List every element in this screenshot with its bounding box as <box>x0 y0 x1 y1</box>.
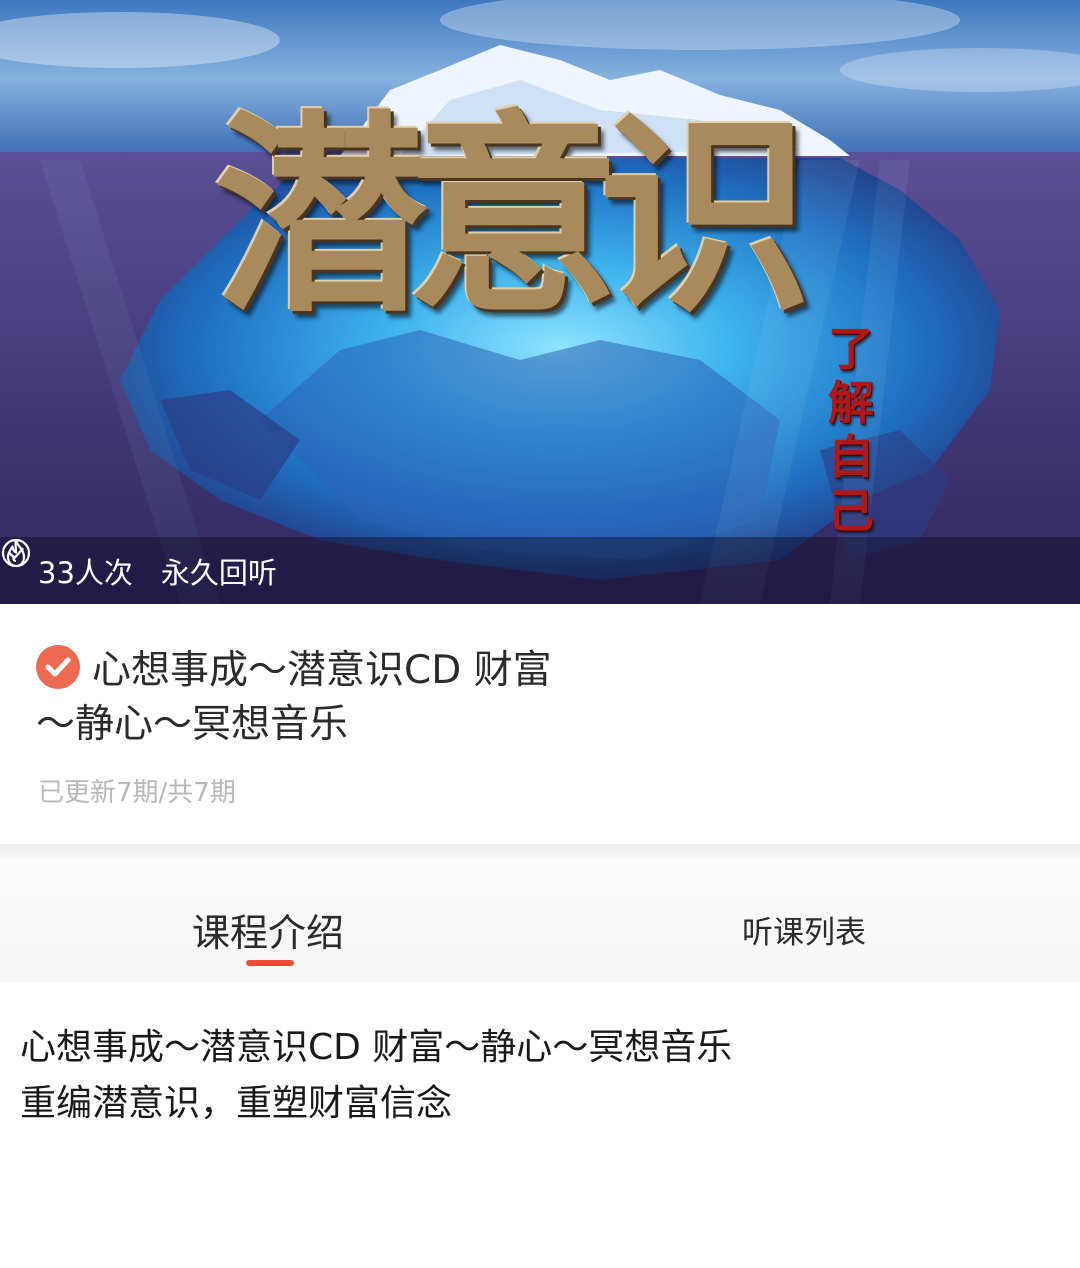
replay-forever-stat: 永久回听 <box>1 538 277 592</box>
course-title-block: 心想事成～潜意识CD 财富～静心～冥想音乐 <box>36 644 556 752</box>
cover-subtitle: 了解自己 <box>828 322 874 538</box>
description-line: 心想事成～潜意识CD 财富～静心～冥想音乐 <box>20 1027 733 1068</box>
course-info: 心想事成～潜意识CD 财富～静心～冥想音乐 已更新7期/共7期 <box>0 604 1080 844</box>
listen-count-stat: 33人次 <box>6 538 133 592</box>
listen-count-text: 33人次 <box>38 555 133 590</box>
course-cover-image: 潜意识 了解自己 33人次 永久回听 <box>0 0 1080 604</box>
course-title: 心想事成～潜意识CD 财富～静心～冥想音乐 <box>36 648 552 747</box>
active-tab-indicator <box>246 960 294 966</box>
tab-course-intro[interactable]: 课程介绍 <box>192 902 344 957</box>
replay-forever-text: 永久回听 <box>160 555 277 590</box>
update-status: 已更新7期/共7期 <box>38 778 236 808</box>
cover-title: 潜意识 <box>214 91 812 342</box>
verified-badge-icon <box>36 645 80 689</box>
check-circle-icon <box>1 538 31 568</box>
tab-bar: 课程介绍 听课列表 <box>0 858 1080 982</box>
course-description: 心想事成～潜意识CD 财富～静心～冥想音乐 重编潜意识，重塑财富信念 <box>20 1020 1060 1132</box>
section-divider <box>0 844 1080 858</box>
cover-stats-bar: 33人次 永久回听 <box>0 537 1080 604</box>
tab-lesson-list[interactable]: 听课列表 <box>742 907 866 952</box>
description-line: 重编潜意识，重塑财富信念 <box>20 1083 453 1124</box>
